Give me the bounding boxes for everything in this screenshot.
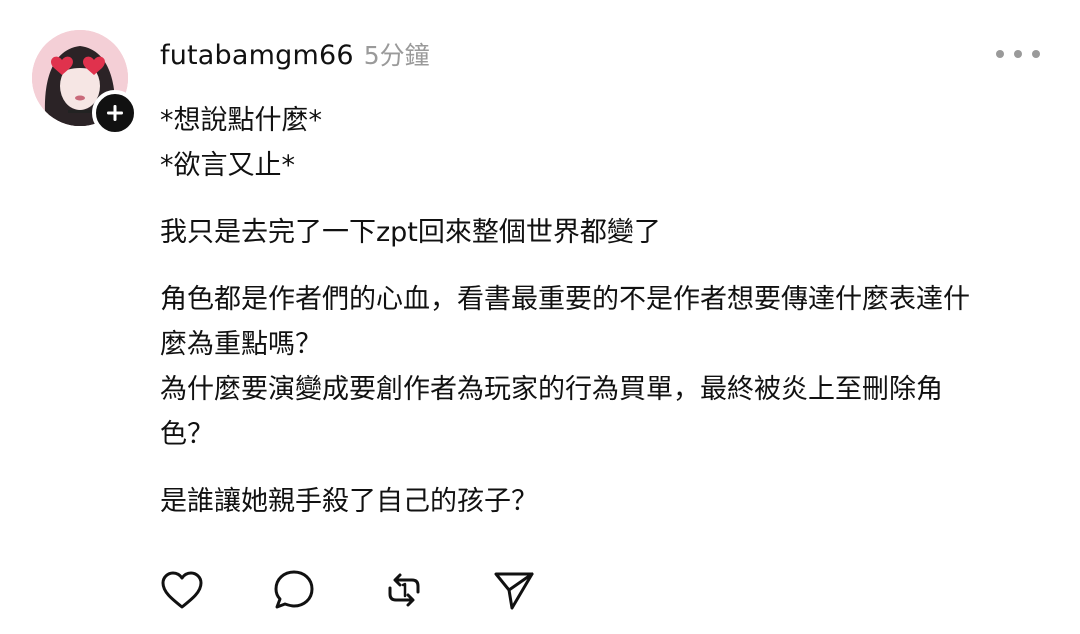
- post-paragraph: 角色都是作者們的心血，看書最重要的不是作者想要傳達什麼表達什 麼為重點嗎？ 為什…: [160, 284, 970, 450]
- follow-button[interactable]: [92, 90, 138, 136]
- avatar-container[interactable]: [32, 30, 138, 136]
- thread-post: futabamgm66 5分鐘 *想說點什麼* *欲言又止* 我只是去完了一下z…: [0, 0, 1080, 634]
- heart-icon: [161, 571, 203, 609]
- post-header: futabamgm66 5分鐘: [160, 36, 430, 76]
- post-body: *想說點什麼* *欲言又止* 我只是去完了一下zpt回來整個世界都變了 角色都是…: [160, 98, 1040, 524]
- send-icon: [494, 572, 534, 610]
- more-options-button[interactable]: [996, 44, 1040, 64]
- comment-button[interactable]: [272, 568, 316, 612]
- more-horizontal-icon: [996, 50, 1004, 58]
- post-paragraph: 我只是去完了一下zpt回來整個世界都變了: [160, 217, 661, 248]
- timestamp: 5分鐘: [363, 41, 430, 70]
- username[interactable]: futabamgm66: [160, 40, 354, 71]
- repost-button[interactable]: [382, 568, 426, 612]
- comment-bubble-icon: [274, 570, 314, 609]
- more-horizontal-icon-dot: [1032, 50, 1040, 58]
- share-button[interactable]: [492, 568, 536, 612]
- post-paragraph: *想說點什麼* *欲言又止*: [160, 105, 322, 181]
- like-button[interactable]: [160, 568, 204, 612]
- post-paragraph: 是誰讓她親手殺了自己的孩子？: [160, 486, 538, 517]
- plus-icon: [107, 105, 123, 121]
- repost-icon: [388, 573, 420, 607]
- more-horizontal-icon-dot: [1014, 50, 1022, 58]
